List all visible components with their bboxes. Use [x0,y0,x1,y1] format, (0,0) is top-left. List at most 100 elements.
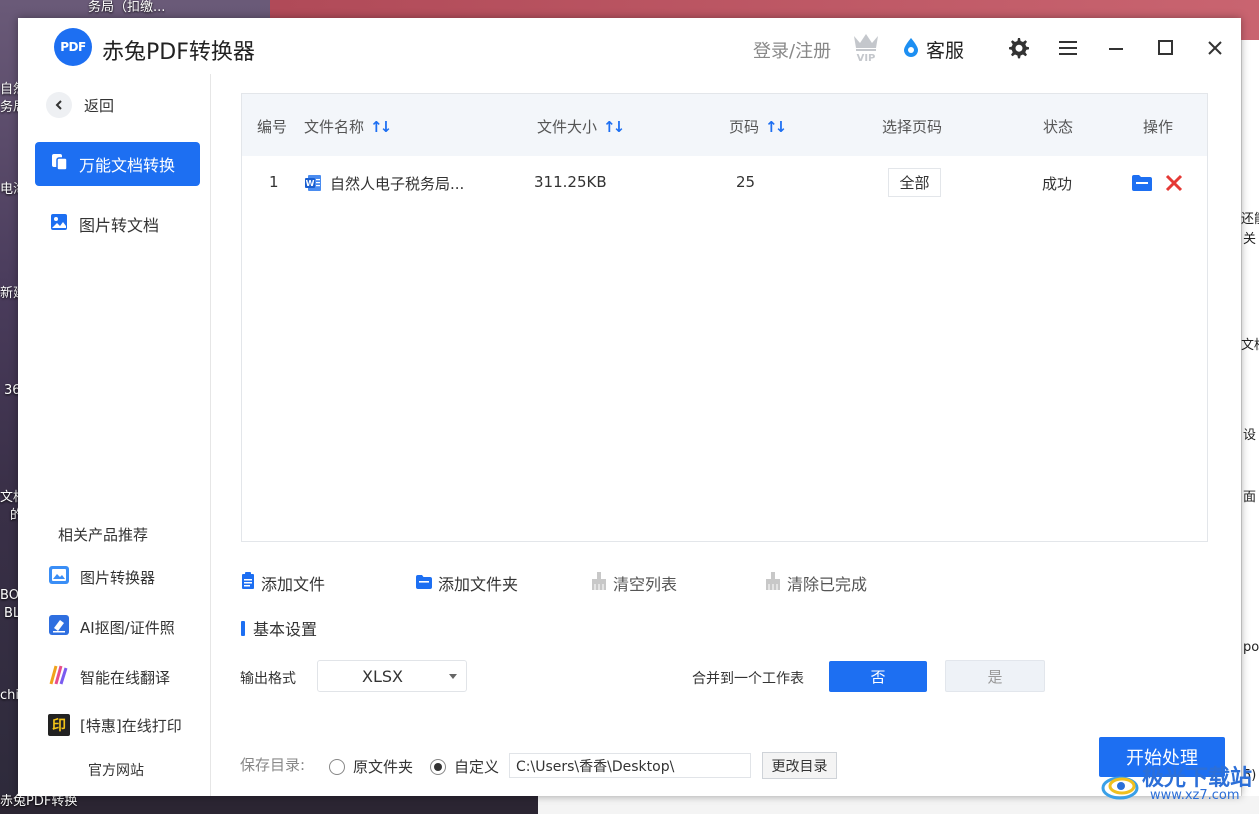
open-folder-icon[interactable] [1131,174,1153,196]
back-label: 返回 [84,96,115,115]
background-window-text: 设 [1243,428,1257,443]
sort-icon[interactable]: ↑↓ [370,118,392,136]
taskbar-area [0,796,538,814]
app-logo-icon: PDF [54,28,92,66]
login-register-link[interactable]: 登录/注册 [753,37,831,63]
delete-icon[interactable] [1165,174,1183,196]
recommend-translate[interactable]: 智能在线翻译 [48,664,170,690]
row-index: 1 [269,173,279,191]
background-window-text: 面 [1243,490,1257,505]
image-icon [49,212,69,236]
sidebar-item-label: 图片转文档 [79,216,160,235]
word-file-icon: W [304,174,322,192]
service-drop-icon [902,37,920,62]
print-icon: 印 [48,714,70,736]
merge-yes-button[interactable]: 是 [945,660,1045,692]
desktop-icon-label[interactable]: BO [0,588,19,603]
caret-down-icon [449,674,457,679]
sidebar: 返回 万能文档转换 图片转文档 相关产品推荐 图片转换器 AI抠图/证件照 智能… [18,74,211,796]
image-converter-icon [48,564,70,590]
sort-icon[interactable]: ↑↓ [603,118,625,136]
recommend-label: 智能在线翻译 [80,668,171,687]
vip-crown-icon[interactable]: VIP [850,30,882,64]
watermark-logo-icon [1101,776,1139,800]
table-row[interactable]: 1 W 自然人电子税务局... 311.25KB 25 全部 成功 [242,156,1207,212]
desktop-icon-label[interactable]: 务局（扣缴... [88,0,165,15]
sort-icon[interactable]: ↑↓ [765,118,787,136]
svg-text:W: W [306,179,315,188]
watermark: 极光下载站 www.xz7.com [1100,760,1252,810]
clear-completed-button[interactable]: 清除已完成 [765,571,867,595]
row-filename: W 自然人电子税务局... [304,173,464,194]
row-filesize: 311.25KB [534,173,607,191]
broom-icon [765,572,781,594]
save-dir-label: 保存目录: [240,756,306,774]
maximize-icon[interactable] [1154,36,1178,60]
sidebar-item-document-convert[interactable]: 万能文档转换 [35,142,200,186]
clear-list-button[interactable]: 清空列表 [591,571,677,595]
recommend-label: [特惠]在线打印 [80,716,182,735]
header-filesize[interactable]: 文件大小 ↑↓ [537,116,625,137]
customer-service-button[interactable]: 客服 [902,36,964,63]
header-actions: 操作 [1143,118,1174,136]
row-pages: 25 [736,173,756,191]
header-filename[interactable]: 文件名称 ↑↓ [304,116,392,137]
output-format-value: XLSX [362,667,403,686]
header-select-pages: 选择页码 [882,118,943,136]
broom-icon [591,572,607,594]
output-format-select[interactable]: XLSX [317,660,467,692]
app-window: PDF 赤兔PDF转换器 登录/注册 VIP 客服 返回 万能文档转换 图片转文… [18,18,1241,796]
official-site-link[interactable]: 官方网站 [88,760,144,780]
vip-label: VIP [857,53,876,62]
background-window-text: 还能 [1241,212,1259,227]
desktop-icon-label[interactable]: chi [0,688,19,703]
row-status: 成功 [1042,175,1073,193]
background-window-text: 文档 [1241,338,1259,353]
recommend-image-converter[interactable]: 图片转换器 [48,564,155,590]
sidebar-item-label: 万能文档转换 [79,156,176,175]
recommend-ai-cutout[interactable]: AI抠图/证件照 [48,614,175,640]
folder-icon [416,574,432,593]
table-header: 编号 文件名称 ↑↓ 文件大小 ↑↓ 页码 ↑↓ 选择页码 状态 操作 [242,94,1207,156]
change-dir-button[interactable]: 更改目录 [762,752,837,779]
recommend-print[interactable]: 印 [特惠]在线打印 [48,714,182,736]
document-convert-icon [49,152,69,176]
output-format-label: 输出格式 [240,671,296,687]
file-table: 编号 文件名称 ↑↓ 文件大小 ↑↓ 页码 ↑↓ 选择页码 状态 操作 1 W 自然人… [241,93,1208,542]
add-file-button[interactable]: 添加文件 [241,571,325,595]
header-index: 编号 [257,118,288,136]
recommend-label: AI抠图/证件照 [80,618,175,637]
background-window-text: 关 [1243,232,1257,247]
basic-settings-title: 基本设置 [241,616,317,640]
clipboard-icon [241,572,255,594]
title-bar: PDF 赤兔PDF转换器 登录/注册 VIP 客服 [18,18,1241,74]
settings-gear-icon[interactable] [1006,36,1030,60]
header-pages[interactable]: 页码 ↑↓ [729,116,787,137]
recommend-label: 图片转换器 [80,568,156,587]
background-window-text: po [1243,640,1259,655]
sidebar-item-image-to-doc[interactable]: 图片转文档 [35,202,200,246]
add-folder-button[interactable]: 添加文件夹 [416,571,518,595]
app-title: 赤兔PDF转换器 [102,40,255,65]
radio-circle [329,758,345,775]
header-status: 状态 [1043,118,1074,136]
merge-no-button[interactable]: 否 [829,661,927,692]
filename-text: 自然人电子税务局... [330,175,465,193]
radio-original-folder[interactable]: 原文件夹 [329,756,413,777]
merge-sheet-label: 合并到一个工作表 [692,671,804,687]
radio-circle-selected [430,758,446,775]
eraser-icon [48,614,70,640]
close-icon[interactable] [1203,36,1227,60]
radio-custom-folder[interactable]: 自定义 [430,756,499,777]
recommend-title: 相关产品推荐 [58,526,149,544]
section-marker [241,620,245,636]
minimize-icon[interactable] [1104,36,1128,60]
back-button[interactable]: 返回 [46,92,114,118]
translate-icon [48,664,70,690]
save-path-input[interactable] [509,753,751,778]
select-pages-button[interactable]: 全部 [888,168,941,197]
service-label: 客服 [926,40,965,62]
chevron-left-icon [46,92,72,118]
menu-icon[interactable] [1056,36,1080,60]
watermark-url: www.xz7.com [1150,788,1240,803]
